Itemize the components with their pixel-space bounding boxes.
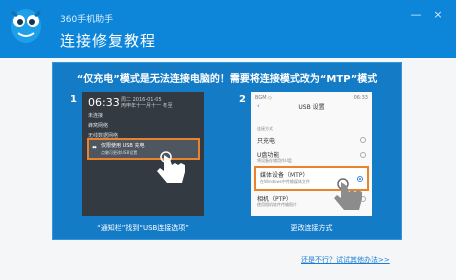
step-2-caption: 更改连接方式 (290, 224, 333, 232)
notification-subtitle: 点触可更改USB设置 (101, 150, 138, 155)
status-right: 06:33 (353, 95, 368, 101)
connection-section-label: 连接方式 (257, 126, 273, 131)
close-button[interactable]: × (430, 8, 446, 22)
usb-icon: ⬌ (92, 144, 98, 151)
main-window: 360手机助手 连接修复教程 — × “仅充电”模式是无法连接电脑的！需要将连接… (0, 0, 456, 280)
option-mtp-sub: 在Windows中传输媒体文件 (260, 179, 310, 184)
date-line-2: 丙申年十一月十一 冬至 (121, 103, 173, 109)
phone-time: 06:33 (88, 96, 120, 109)
mascot-logo-icon (11, 9, 41, 43)
carrier-row: 蜂窝网络 (88, 123, 109, 129)
phone-date: 周二 2016-01-05 丙申年十一月十一 冬至 (121, 97, 173, 109)
minimize-button[interactable]: — (408, 8, 424, 22)
status-left: BGM ◇ (255, 95, 272, 101)
notification-title: 仅限使用 USB 充电 (101, 143, 145, 149)
settings-title: USB 设置 (298, 104, 325, 111)
option-charge-only: 只充电 (257, 138, 276, 145)
network-row: 未连接 (88, 113, 104, 119)
step-1-caption: “通知栏”找到“USB连接选项” (97, 224, 189, 232)
tap-hand-icon (334, 178, 362, 210)
option-ptp-sub: 使用相机软件传输照片 (257, 202, 297, 207)
radio-usb-drive (360, 152, 366, 158)
usb-settings-screenshot: BGM ◇ 06:33 ‹ USB 设置 连接方式 只充电 U盘功能 将设备存储… (251, 92, 372, 216)
other-methods-link[interactable]: 还是不行？试试其他办法>> (301, 255, 390, 265)
title-bar: 360手机助手 连接修复教程 — × (0, 0, 456, 58)
tutorial-headline: “仅充电”模式是无法连接电脑的！需要将连接模式改为“MTP”模式 (76, 74, 378, 85)
app-name: 360手机助手 (60, 15, 114, 25)
page-title: 连接修复教程 (60, 32, 157, 50)
step-number-2: 2 (239, 94, 246, 105)
tap-hand-icon (157, 151, 185, 183)
step-number-1: 1 (70, 94, 77, 105)
option-usb-drive-sub: 将设备存储用作U盘 (257, 158, 292, 163)
radio-charge-only (360, 137, 366, 143)
option-mtp: 媒体设备（MTP） (260, 172, 309, 179)
notification-screenshot: 06:33 周二 2016-01-05 丙申年十一月十一 冬至 未连接 蜂窝网络… (82, 92, 204, 216)
